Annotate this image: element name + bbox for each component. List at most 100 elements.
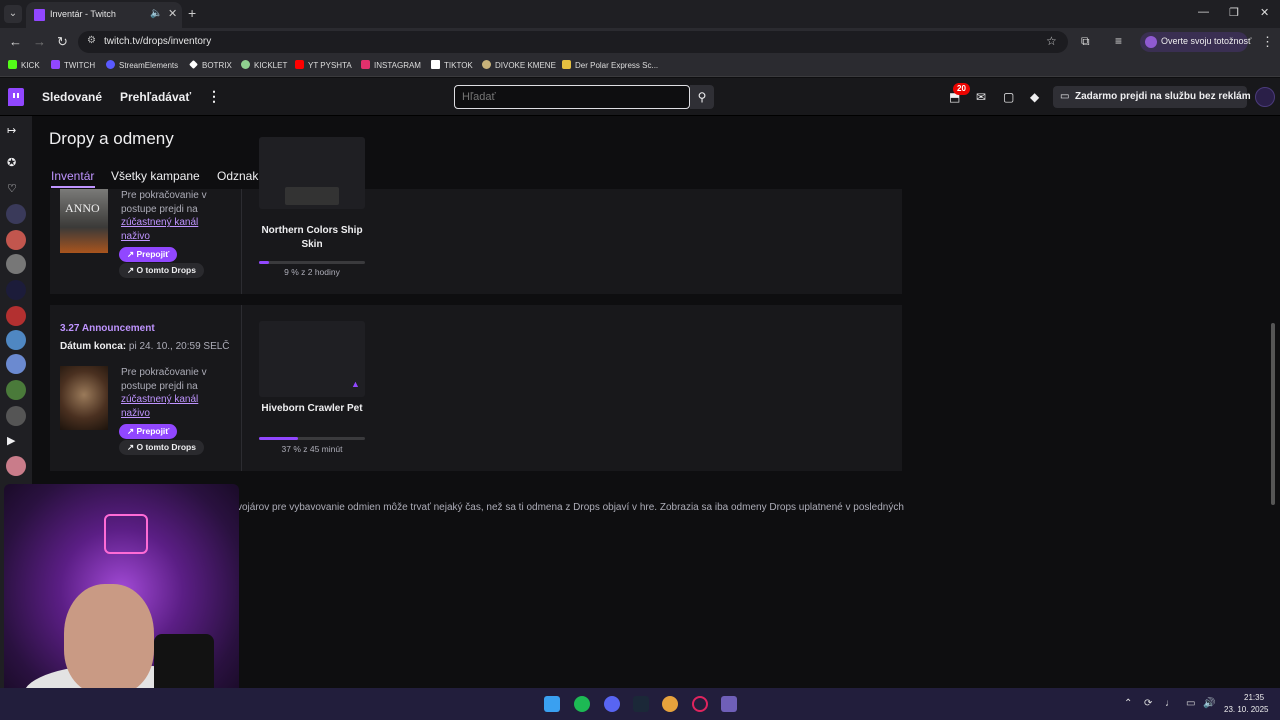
bookmark-tiktok[interactable]: TIKTOK bbox=[431, 60, 473, 70]
channel-avatar[interactable] bbox=[6, 306, 26, 326]
browser-menu-icon[interactable]: ⋮ bbox=[1261, 34, 1274, 50]
bookmark-divoke-kmene[interactable]: DIVOKE KMENE bbox=[482, 60, 556, 70]
inventory-footer-note: vojárov pre vybavovanie odmien môže trva… bbox=[237, 502, 904, 513]
recommended-icon[interactable]: ✪ bbox=[7, 156, 16, 169]
forward-button[interactable]: → bbox=[33, 34, 46, 49]
twitch-top-nav: Sledované Prehľadávať ⋮ ⚲ ⬒ ✉ ▢ ◆ ▭ Zada… bbox=[0, 78, 1280, 116]
verify-identity-button[interactable]: Overte svoju totožnosť bbox=[1140, 32, 1252, 52]
about-drops-button[interactable]: ↗ O tomto Drops bbox=[119, 440, 204, 455]
discord-icon[interactable] bbox=[604, 696, 620, 712]
browser-tab-active[interactable]: Inventár - Twitch 🔈 ✕ bbox=[26, 2, 182, 28]
bookmark-twitch[interactable]: TWITCH bbox=[51, 60, 95, 70]
tab-inventory[interactable]: Inventár bbox=[51, 169, 94, 183]
volume-icon[interactable]: 🔊 bbox=[1203, 698, 1215, 709]
back-button[interactable]: ← bbox=[9, 34, 22, 49]
search-icon: ⚲ bbox=[697, 90, 707, 104]
tray-chevron-icon[interactable]: ⌃ bbox=[1124, 698, 1132, 709]
progress-bar bbox=[259, 437, 365, 440]
browser-tab-strip: ⌄ Inventár - Twitch 🔈 ✕ + — ❐ ✕ bbox=[0, 0, 1280, 28]
game-cover-image bbox=[60, 366, 108, 430]
microphone-icon[interactable]: ♩ bbox=[1165, 698, 1175, 709]
media-controls-icon[interactable]: ≡ bbox=[1115, 34, 1122, 48]
channel-avatar[interactable] bbox=[6, 254, 26, 274]
bookmark-polar-express[interactable]: Der Polar Express Sc... bbox=[562, 60, 658, 70]
verify-identity-label: Overte svoju totožnosť bbox=[1161, 36, 1252, 46]
live-channel-link[interactable]: zúčastnený kanál naživo bbox=[121, 394, 198, 419]
app-icon[interactable] bbox=[692, 696, 708, 712]
tab-all-campaigns[interactable]: Všetky kampane bbox=[111, 169, 200, 183]
description-text: Pre pokračovanie v postupe prejdi na bbox=[121, 367, 207, 392]
site-info-icon[interactable]: ⚙ bbox=[87, 35, 96, 46]
search-button[interactable]: ⚲ bbox=[690, 85, 714, 109]
tray-app-icon[interactable]: ⟳ bbox=[1144, 698, 1152, 709]
campaign-description: Pre pokračovanie v postupe prejdi na zúč… bbox=[121, 189, 221, 243]
about-drops-button[interactable]: ↗ O tomto Drops bbox=[119, 263, 204, 278]
twitch-logo-icon[interactable] bbox=[8, 88, 24, 106]
nav-browse[interactable]: Prehľadávať bbox=[120, 90, 191, 104]
address-bar[interactable]: ⚙ twitch.tv/drops/inventory ☆ bbox=[78, 31, 1068, 53]
nav-following[interactable]: Sledované bbox=[42, 90, 102, 104]
speaker-icon[interactable]: 🔈 bbox=[150, 8, 162, 19]
reload-button[interactable]: ↻ bbox=[57, 34, 68, 50]
bookmark-yt-pyshta[interactable]: YT PYSHTA bbox=[295, 60, 352, 70]
live-channel-link[interactable]: zúčastnený kanál naživo bbox=[121, 217, 198, 242]
tab-search-button[interactable]: ⌄ bbox=[4, 5, 22, 23]
reward-image: ▲ bbox=[259, 321, 365, 397]
mail-icon[interactable]: ✉ bbox=[976, 90, 986, 104]
campaign-description: Pre pokračovanie v postupe prejdi na zúč… bbox=[121, 366, 221, 420]
channel-avatar[interactable] bbox=[6, 280, 26, 300]
about-drops-label: O tomto Drops bbox=[136, 442, 196, 452]
spotify-icon[interactable] bbox=[574, 696, 590, 712]
bookmark-kick[interactable]: KICK bbox=[8, 60, 40, 70]
close-window-button[interactable]: ✕ bbox=[1260, 6, 1269, 19]
tv-icon: ▭ bbox=[1060, 91, 1070, 102]
expand-sidebar-icon[interactable]: ↦ bbox=[7, 124, 16, 137]
channel-avatar[interactable] bbox=[6, 230, 26, 250]
channel-avatar[interactable] bbox=[6, 354, 26, 374]
user-avatar[interactable] bbox=[1255, 87, 1275, 107]
bookmarks-bar: KICK TWITCH StreamElements BOTRIX KICKLE… bbox=[0, 56, 1280, 77]
channel-avatar[interactable] bbox=[6, 456, 26, 476]
bookmark-streamelements[interactable]: StreamElements bbox=[106, 60, 178, 70]
clock-time[interactable]: 21:35 bbox=[1244, 693, 1264, 702]
bookmark-instagram[interactable]: INSTAGRAM bbox=[361, 60, 421, 70]
channel-avatar[interactable] bbox=[6, 330, 26, 350]
extensions-icon[interactable]: ⧉ bbox=[1081, 34, 1090, 49]
notification-badge: 20 bbox=[953, 83, 970, 95]
bookmark-kicklet[interactable]: KICKLET bbox=[241, 60, 287, 70]
progress-text: 37 % z 45 minút bbox=[281, 444, 343, 454]
webcam-overlay bbox=[4, 484, 239, 720]
connect-button[interactable]: ↗ Prepojiť bbox=[119, 424, 178, 439]
scrollbar-thumb[interactable] bbox=[1271, 323, 1275, 505]
connect-label: Prepojiť bbox=[136, 426, 170, 436]
minimize-button[interactable]: — bbox=[1198, 6, 1209, 18]
maximize-button[interactable]: ❐ bbox=[1229, 6, 1239, 19]
windows-start-icon[interactable] bbox=[544, 696, 560, 712]
steam-icon[interactable] bbox=[633, 696, 649, 712]
connect-button[interactable]: ↗ Prepojiť bbox=[119, 247, 178, 262]
channel-avatar[interactable] bbox=[6, 204, 26, 224]
heart-icon[interactable]: ♡ bbox=[7, 182, 17, 195]
more-options-icon[interactable]: ⋮ bbox=[207, 88, 221, 105]
whispers-icon[interactable]: ▢ bbox=[1003, 90, 1014, 104]
drop-campaign-card: ANNO Pre pokračovanie v postupe prejdi n… bbox=[50, 137, 902, 294]
url-text[interactable]: twitch.tv/drops/inventory bbox=[104, 36, 211, 47]
twitch-favicon-icon bbox=[34, 9, 45, 21]
channel-avatar[interactable] bbox=[6, 406, 26, 426]
bookmark-botrix[interactable]: BOTRIX bbox=[189, 60, 232, 70]
network-icon[interactable]: ▭ bbox=[1186, 698, 1195, 709]
clock-date[interactable]: 23. 10. 2025 bbox=[1224, 705, 1268, 714]
campaign-title[interactable]: 3.27 Announcement bbox=[60, 323, 155, 334]
profile-avatar bbox=[1145, 36, 1157, 48]
bits-icon[interactable]: ◆ bbox=[1030, 90, 1039, 104]
app-icon[interactable] bbox=[721, 696, 737, 712]
bookmark-star-icon[interactable]: ☆ bbox=[1046, 34, 1057, 48]
video-camera-icon[interactable]: ▶ bbox=[7, 434, 15, 447]
ad-free-button[interactable]: ▭ Zadarmo prejdi na službu bez reklám bbox=[1053, 86, 1251, 108]
close-tab-icon[interactable]: ✕ bbox=[168, 7, 177, 20]
chrome-icon[interactable] bbox=[662, 696, 678, 712]
new-tab-button[interactable]: + bbox=[188, 5, 196, 21]
search-input[interactable] bbox=[454, 85, 690, 109]
browser-toolbar: ← → ↻ ⚙ twitch.tv/drops/inventory ☆ ⧉ ≡ … bbox=[0, 28, 1280, 56]
channel-avatar[interactable] bbox=[6, 380, 26, 400]
